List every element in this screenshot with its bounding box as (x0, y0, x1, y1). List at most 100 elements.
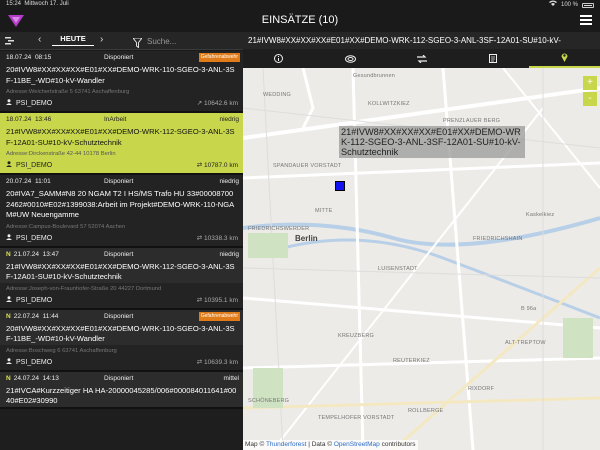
route-icon: ⇄ (196, 162, 205, 169)
map-view[interactable]: WEDDING KOLLWITZKIEZ PRENZLAUER BERG SPA… (243, 68, 600, 450)
card-text: 21#IVCA#Kurzzeitiger HA HA-20000045285/0… (0, 384, 243, 407)
card-address: Adresse:Weichertstraße 5 63741 Aschaffen… (6, 89, 130, 95)
card-distance: 10642.6 km (204, 100, 238, 107)
card-address: Adresse:Campus-Boulevard 57 52074 Aachen (6, 223, 126, 230)
map-tooltip: 21#IVW8#XX#XX#XX#E01#XX#DEMO-WRK-112-SGE… (339, 126, 525, 158)
card-text: 20#IVW8#XX#XX#XX#E01#XX#DEMO-WRK-110-SGE… (0, 322, 243, 345)
card-new-flag: N (6, 250, 11, 258)
user-icon (6, 97, 12, 105)
zoom-in-button[interactable]: + (583, 76, 597, 90)
attribution-suffix: contributors (381, 441, 416, 448)
app-root: 15:24 Mittwoch 17. Juli 100 % EINSÄTZE (… (0, 0, 600, 450)
zoom-out-button[interactable]: - (583, 92, 597, 106)
document-icon (488, 50, 497, 68)
status-time: 15:24 (6, 1, 22, 7)
user-icon (6, 294, 12, 302)
next-day-icon[interactable]: › (100, 34, 103, 45)
map-label: TEMPELHOFER VORSTADT (318, 415, 395, 421)
card-text: 21#IVW8#XX#XX#XX#E01#XX#DEMO-WRK-112-SGE… (6, 127, 235, 147)
thunderforest-link[interactable]: Thunderforest (266, 441, 306, 448)
route-icon: ⇄ (196, 358, 205, 366)
card-time: 13:46 (34, 116, 52, 123)
previous-day-icon[interactable]: ‹ (38, 34, 41, 45)
card-priority: mittel (223, 374, 239, 382)
card-header: 18.07.24 13:46 InArbeit niedrig (0, 113, 243, 126)
map-label: ALT-TREPTOW (505, 340, 546, 346)
card-user: PSI_DEMO (16, 162, 53, 169)
map-pin-icon (561, 49, 568, 67)
route-icon: ⇄ (196, 234, 205, 242)
today-tab[interactable]: HEUTE (52, 34, 94, 46)
card-distance: 10787.0 km (204, 162, 238, 169)
map-label: B 96a (521, 306, 537, 312)
map-label: FRIEDRICHSHAIN (473, 236, 523, 242)
filter-settings-icon[interactable] (5, 36, 14, 47)
card-badge: Gefahrenabwehr (198, 311, 240, 321)
app-header: EINSÄTZE (10) (0, 9, 600, 32)
mission-card[interactable]: 20.07.24 11:01 Disponiert niedrig 20#IVA… (0, 175, 243, 248)
tab-info[interactable] (243, 49, 314, 68)
mission-card-selected[interactable]: 18.07.24 13:46 InArbeit niedrig 21#IVW8#… (0, 113, 243, 175)
detail-tabs (243, 49, 600, 68)
card-date: 24.07.24 (13, 374, 40, 382)
status-bar: 15:24 Mittwoch 17. Juli 100 % (0, 0, 600, 9)
tag-icon (344, 50, 356, 68)
map-label: KOLLWITZKIEZ (368, 101, 410, 107)
card-header: N 24.07.24 14:13 Disponiert mittel (0, 371, 243, 385)
list-toolbar: ‹ HEUTE › (0, 32, 243, 50)
card-status: Disponiert (104, 178, 134, 185)
card-time: 11:01 (34, 178, 51, 185)
card-header: N 22.07.24 11:44 Disponiert Gefahrenabweh… (0, 309, 243, 323)
card-status: Disponiert (104, 312, 134, 320)
card-distance: 10338.3 km (204, 234, 238, 242)
tab-documents[interactable] (457, 49, 528, 68)
card-new-flag: N (6, 374, 11, 382)
card-header: 20.07.24 11:01 Disponiert niedrig (0, 175, 243, 188)
search-input[interactable] (147, 34, 239, 48)
map-label: LUISENSTADT (378, 266, 418, 272)
map-city-label: Berlin (295, 234, 318, 243)
tab-tags[interactable] (314, 49, 385, 68)
tab-map[interactable] (528, 49, 600, 68)
card-user: PSI_DEMO (16, 100, 53, 107)
map-label: ROLLBERGE (408, 408, 444, 414)
card-footer: PSI_DEMO ⇄ 10787.0 km (0, 159, 243, 173)
map-label: WEDDING (263, 92, 291, 98)
openstreetmap-link[interactable]: OpenStreetMap (334, 441, 380, 448)
mission-card[interactable]: N 22.07.24 11:44 Disponiert Gefahrenabweh… (0, 309, 243, 372)
card-date: 21.07.24 (13, 250, 40, 258)
card-priority: niedrig (219, 116, 239, 123)
map-label: KREUZBERG (338, 333, 375, 339)
card-distance: 10395.1 km (204, 296, 238, 304)
mission-card[interactable]: 18.07.24 08:15 Disponiert Gefahrenabwehr… (0, 51, 243, 113)
card-status: InArbeit (104, 116, 127, 123)
card-text: 20#IVA7_SAMM#N8 20 NGAM T2 I HS/MS Trafo… (6, 189, 235, 219)
detail-header: 21#IVW8#XX#XX#XX#E01#XX#DEMO-WRK-112-SGE… (243, 32, 600, 49)
card-date: 18.07.24 (6, 116, 32, 123)
swap-arrows-icon (416, 50, 427, 68)
mission-location-marker[interactable] (335, 181, 345, 191)
attribution-mid: | Data © (308, 441, 333, 448)
info-icon (274, 50, 284, 68)
mission-card[interactable]: N 24.07.24 14:13 Disponiert mittel 21#IVC… (0, 371, 243, 409)
card-user: PSI_DEMO (16, 296, 53, 304)
card-new-flag: N (6, 312, 11, 320)
map-label: REUTERKIEZ (393, 358, 430, 364)
card-status: Disponiert (104, 374, 134, 382)
card-footer: PSI_DEMO ⇄ 10395.1 km (0, 294, 243, 308)
card-address: Adresse:Boschweg 6 63741 Aschaffenburg (6, 347, 117, 354)
map-label: SCHÖNEBERG (248, 398, 290, 404)
route-icon: ⇄ (196, 296, 205, 304)
card-text: 20#IVW8#XX#XX#XX#E01#XX#DEMO-WRK-110-SGE… (6, 65, 235, 85)
map-label: PRENZLAUER BERG (443, 118, 501, 124)
tab-transfer[interactable] (386, 49, 457, 68)
card-header: 18.07.24 08:15 Disponiert Gefahrenabwehr (0, 51, 243, 64)
status-date: Mittwoch 17. Juli (24, 1, 69, 7)
map-label: Gesundbrunnen (353, 73, 396, 79)
map-label: MITTE (315, 208, 333, 214)
card-header: N 21.07.24 13:47 Disponiert niedrig (0, 247, 243, 261)
hamburger-menu-icon[interactable] (580, 15, 592, 25)
map-label: FRIEDRICHSWERDER (248, 226, 310, 232)
mission-card[interactable]: N 21.07.24 13:47 Disponiert niedrig 21#IV… (0, 247, 243, 310)
route-icon: ↗ (196, 100, 205, 107)
